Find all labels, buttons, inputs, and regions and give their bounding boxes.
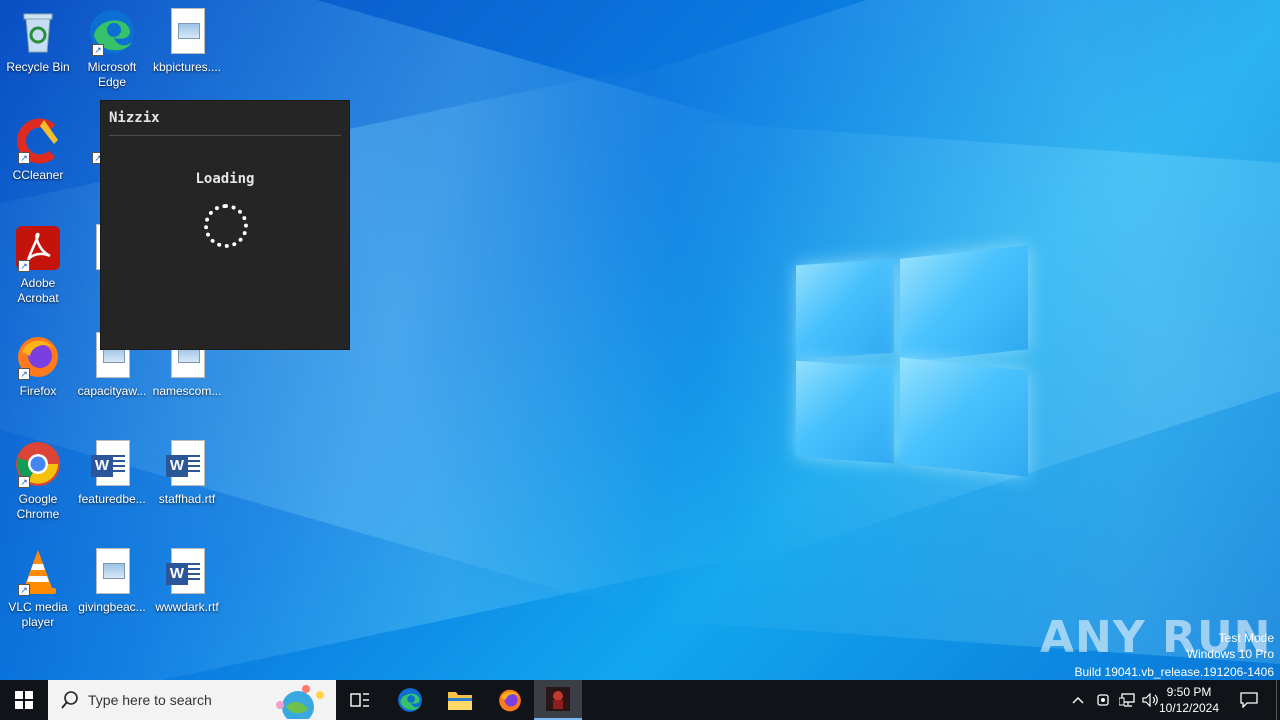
action-center-button[interactable] [1232, 680, 1266, 720]
firefox-icon [499, 689, 521, 712]
desktop-icon-givingbeac[interactable]: givingbeac... [74, 548, 150, 615]
desktop-icon-vlc[interactable]: ↗ VLC media player [0, 548, 76, 630]
test-mode-text: Test Mode [1218, 631, 1274, 645]
icon-label: CCleaner [12, 168, 64, 182]
show-hidden-icons-button[interactable] [1068, 680, 1088, 720]
task-view-icon [350, 693, 369, 707]
taskbar-edge-button[interactable] [386, 680, 434, 720]
taskbar-clock[interactable]: 9:50 PM 10/12/2024 [1154, 684, 1224, 716]
edge-icon [398, 688, 422, 712]
nizzix-app-icon [546, 687, 570, 711]
document-page [96, 548, 130, 594]
icon-label: staffhad.rtf [158, 492, 216, 506]
taskbar: Type here to search 9:50 PM 10/12/2024 [0, 680, 1280, 720]
windows-logo-wallpaper [796, 242, 1028, 478]
folder-icon [448, 692, 472, 710]
logo-pane [796, 258, 894, 360]
search-icon [61, 691, 78, 709]
shortcut-arrow-icon: ↗ [18, 260, 30, 272]
icon-label: featuredbe... [78, 492, 146, 506]
desktop-icon-recycle-bin[interactable]: Recycle Bin [0, 8, 76, 75]
logo-pane [796, 360, 894, 464]
adobe-acrobat-icon: ↗ [14, 224, 62, 272]
windows-start-icon [15, 691, 33, 709]
taskbar-firefox-button[interactable] [486, 680, 534, 720]
icon-label: wwwdark.rtf [155, 600, 219, 614]
word-document-icon: W [163, 440, 211, 488]
chrome-icon: ↗ [14, 440, 62, 488]
search-highlight-globe-icon [276, 685, 324, 719]
nizzix-window[interactable]: Nizzix Loading [100, 100, 350, 350]
window-title: Nizzix [109, 110, 160, 126]
document-page: W [91, 440, 130, 486]
icon-label: Microsoft Edge [87, 60, 137, 89]
windows-edition-text: Windows 10 Pro [1186, 647, 1274, 661]
loading-spinner-icon [204, 204, 248, 248]
icon-label: Adobe Acrobat [17, 276, 59, 305]
clock-time: 9:50 PM [1166, 685, 1212, 699]
document-page: W [166, 548, 205, 594]
shortcut-arrow-icon: ↗ [92, 44, 104, 56]
ccleaner-icon: ↗ [14, 116, 62, 164]
icon-label: kbpictures.... [152, 60, 222, 74]
chevron-up-icon [1072, 697, 1084, 704]
icon-label: capacityaw... [77, 384, 147, 398]
icon-label: Google Chrome [16, 492, 60, 521]
logo-pane [900, 357, 1028, 477]
shortcut-arrow-icon: ↗ [18, 584, 30, 596]
desktop-icon-staffhad[interactable]: W staffhad.rtf [149, 440, 225, 507]
icon-label: VLC media player [8, 600, 68, 629]
taskbar-file-explorer-button[interactable] [436, 680, 484, 720]
show-desktop-button[interactable] [1276, 680, 1280, 720]
icon-label: Recycle Bin [6, 60, 70, 74]
tray-app-button[interactable] [1092, 680, 1114, 720]
desktop-icon-ccleaner[interactable]: ↗ CCleaner [0, 116, 76, 183]
clock-date: 10/12/2024 [1158, 701, 1220, 715]
desktop-icon-google-chrome[interactable]: ↗ Google Chrome [0, 440, 76, 522]
firefox-icon: ↗ [14, 332, 62, 380]
icon-label: Firefox [19, 384, 57, 398]
loading-text: Loading [195, 171, 255, 187]
notification-icon [1240, 692, 1258, 708]
shortcut-arrow-icon: ↗ [18, 476, 30, 488]
desktop-icon-featuredbe[interactable]: W featuredbe... [74, 440, 150, 507]
icon-label: givingbeac... [78, 600, 146, 614]
task-view-button[interactable] [336, 680, 384, 720]
logo-pane [900, 245, 1028, 363]
recycle-bin-icon [14, 8, 62, 56]
search-placeholder: Type here to search [88, 692, 212, 708]
start-button[interactable] [0, 680, 48, 720]
document-page: W [166, 440, 205, 486]
build-text: Build 19041.vb_release.191206-1406 [1074, 665, 1275, 679]
image-file-icon [163, 8, 211, 56]
vlc-cone-icon: ↗ [14, 548, 62, 596]
desktop-icon-adobe-acrobat[interactable]: ↗ Adobe Acrobat [0, 224, 76, 306]
desktop-icon-kbpictures[interactable]: kbpictures.... [149, 8, 225, 75]
taskbar-search-box[interactable]: Type here to search [48, 680, 336, 720]
word-document-icon: W [88, 440, 136, 488]
edge-icon: ↗ [88, 8, 136, 56]
tray-app-icon [1097, 694, 1109, 706]
network-icon [1119, 693, 1135, 707]
shortcut-arrow-icon: ↗ [18, 368, 30, 380]
network-button[interactable] [1116, 680, 1138, 720]
desktop-icon-firefox[interactable]: ↗ Firefox [0, 332, 76, 399]
document-page [171, 8, 205, 54]
desktop-icon-microsoft-edge[interactable]: ↗ Microsoft Edge [74, 8, 150, 90]
title-divider [109, 135, 341, 136]
word-document-icon: W [163, 548, 211, 596]
image-file-icon [88, 548, 136, 596]
taskbar-nizzix-button[interactable] [534, 680, 582, 720]
icon-label: namescom... [152, 384, 222, 398]
desktop-icon-wwwdark[interactable]: W wwwdark.rtf [149, 548, 225, 615]
shortcut-arrow-icon: ↗ [18, 152, 30, 164]
